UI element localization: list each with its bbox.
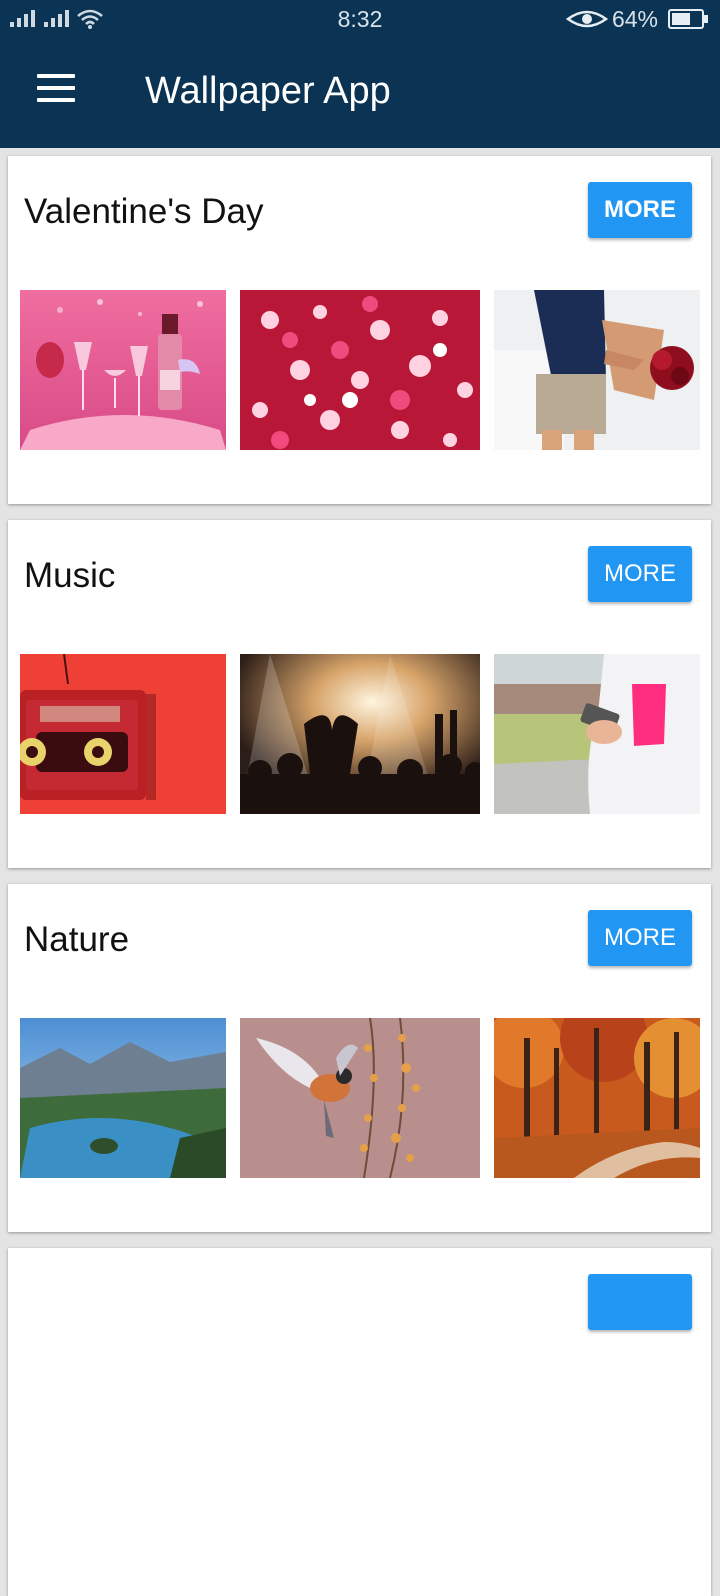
more-button[interactable]: MORE	[588, 182, 692, 238]
champagne-glasses-image[interactable]	[20, 290, 226, 450]
status-bar: 8:32 64%	[0, 0, 720, 40]
more-button[interactable]: MORE	[588, 910, 692, 966]
cassette-tape-image[interactable]	[20, 654, 226, 814]
more-button[interactable]	[588, 1274, 692, 1330]
mountain-lake-image[interactable]	[20, 1018, 226, 1178]
category-title: Music	[24, 556, 116, 595]
app-title: Wallpaper App	[145, 70, 391, 112]
category-title: Valentine's Day	[24, 192, 264, 231]
app-bar: Wallpaper App	[0, 40, 720, 148]
bird-flight-image[interactable]	[240, 1018, 480, 1178]
category-card-nature: Nature MORE	[8, 884, 711, 1232]
heart-candies-image[interactable]	[240, 290, 480, 450]
more-button[interactable]: MORE	[588, 546, 692, 602]
autumn-forest-image[interactable]	[494, 1018, 700, 1178]
category-card-partial	[8, 1248, 711, 1596]
category-card-music: Music MORE	[8, 520, 711, 868]
concert-crowd-image[interactable]	[240, 654, 480, 814]
category-title: Nature	[24, 920, 130, 959]
jogger-phone-image[interactable]	[494, 654, 700, 814]
battery-percent: 64%	[611, 6, 658, 32]
eye-icon	[566, 10, 608, 28]
battery-icon	[668, 9, 708, 29]
category-card-valentines-day: Valentine's Day MORE	[8, 156, 711, 504]
couple-roses-image[interactable]	[494, 290, 700, 450]
hamburger-menu-icon[interactable]	[30, 74, 82, 116]
